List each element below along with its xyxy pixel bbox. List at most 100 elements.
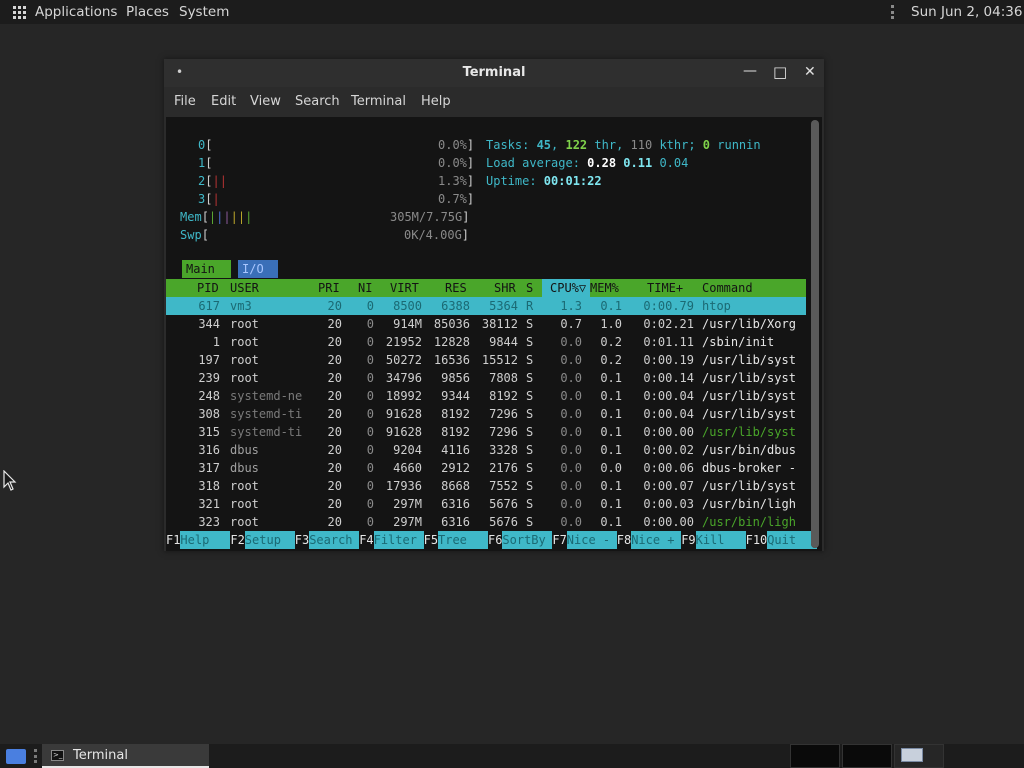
col-cpu[interactable]: CPU%▽ xyxy=(542,279,590,297)
clock[interactable]: Sun Jun 2, 04:36 xyxy=(911,4,1022,20)
cpu-meter-0: 0[ xyxy=(198,138,213,152)
window-titlebar[interactable]: • Terminal — □ ✕ xyxy=(164,59,824,87)
cell-command: /usr/bin/ligh xyxy=(702,515,796,529)
fkey-f10[interactable]: F10 xyxy=(746,531,768,549)
workspace-4[interactable] xyxy=(946,744,996,768)
cell-mem: 1.0 xyxy=(600,317,622,331)
cell-cpu: 0.0 xyxy=(560,515,582,529)
fkey-f3[interactable]: F3 xyxy=(295,531,309,549)
table-row[interactable]: 617 vm3 20 0 8500 6388 5364 R 1.3 0.1 0:00.79 htop xyxy=(166,297,806,315)
col-command[interactable]: Command xyxy=(702,279,753,297)
table-row[interactable]: 308 systemd-ti 20 0 91628 8192 7296 S 0.0 0.1 0:00… xyxy=(166,405,806,423)
cell-time: 0:01.11 xyxy=(643,335,694,349)
app-grid-icon[interactable] xyxy=(13,6,26,19)
cell-res: 6316 xyxy=(441,497,470,511)
terminal-scrollbar[interactable] xyxy=(811,120,819,548)
table-row[interactable]: 344 root 20 0 914M 85036 38112 S 0.7 1.0 0:02.21/u… xyxy=(166,315,806,333)
cell-res: 4116 xyxy=(441,443,470,457)
show-desktop-icon[interactable] xyxy=(6,749,26,764)
fkey-label[interactable]: Kill xyxy=(695,531,746,549)
table-row[interactable]: 239 root 20 0 34796 9856 7808 S 0.0 0.1 0:00.14/us… xyxy=(166,369,806,387)
col-ni[interactable]: NI xyxy=(358,279,372,297)
applications-menu[interactable]: Applications xyxy=(35,4,117,20)
cell-cpu: 0.0 xyxy=(560,353,582,367)
cell-shr: 38112 xyxy=(481,317,518,331)
cell-time: 0:00.00 xyxy=(643,515,694,529)
close-icon[interactable]: ✕ xyxy=(804,64,816,80)
cell-state: S xyxy=(526,371,534,385)
panel-handle-icon[interactable] xyxy=(34,749,37,763)
table-row[interactable]: 316 dbus 20 0 9204 4116 3328 S 0.0 0.1 0:00.02/usr… xyxy=(166,441,806,459)
cell-command: /sbin/init xyxy=(702,335,775,349)
tab-io[interactable]: I/O xyxy=(238,260,278,278)
fkey-label[interactable]: Tree xyxy=(438,531,488,549)
menu-file[interactable]: File xyxy=(174,94,196,109)
table-row[interactable]: 318 root 20 0 17936 8668 7552 S 0.0 0.1 0:00.07/us… xyxy=(166,477,806,495)
fkey-label[interactable]: Nice + xyxy=(631,531,682,549)
cell-pri: 20 xyxy=(327,479,342,493)
maximize-icon[interactable]: □ xyxy=(773,63,787,81)
cell-ni: 0 xyxy=(366,317,374,331)
places-menu[interactable]: Places xyxy=(126,4,169,20)
fkey-f7[interactable]: F7 xyxy=(552,531,566,549)
fkey-f9[interactable]: F9 xyxy=(681,531,695,549)
menu-view[interactable]: View xyxy=(250,94,281,109)
fkey-label[interactable]: Help xyxy=(180,531,231,549)
fkey-f2[interactable]: F2 xyxy=(230,531,244,549)
table-row[interactable]: 197 root 20 0 50272 16536 15512 S 0.0 0.2 0:00.19 /… xyxy=(166,351,806,369)
fkey-label[interactable]: Quit xyxy=(767,531,818,549)
col-user[interactable]: USER xyxy=(230,279,259,297)
menu-help[interactable]: Help xyxy=(421,94,451,109)
tab-main[interactable]: Main xyxy=(182,260,231,278)
fkey-f8[interactable]: F8 xyxy=(617,531,631,549)
cell-virt: 21952 xyxy=(385,335,422,349)
fkey-f1[interactable]: F1 xyxy=(166,531,180,549)
table-row[interactable]: 323 root 20 0 297M 6316 5676 S 0.0 0.1 0:00.00/usr… xyxy=(166,513,806,531)
cell-command: /usr/lib/syst xyxy=(702,371,796,385)
taskbar-terminal-button[interactable]: >_ Terminal xyxy=(42,744,209,768)
fkey-label[interactable]: SortBy xyxy=(502,531,553,549)
cell-cpu: 0.0 xyxy=(560,479,582,493)
col-res[interactable]: RES xyxy=(445,279,467,297)
cell-res: 85036 xyxy=(433,317,470,331)
menu-terminal[interactable]: Terminal xyxy=(351,94,406,109)
col-mem[interactable]: MEM% xyxy=(590,279,619,297)
workspace-3[interactable] xyxy=(894,744,944,768)
col-time[interactable]: TIME+ xyxy=(647,279,683,297)
terminal-content[interactable]: 0[ 0.0%] 1[ 0.0%] 2[|| 1.3%] 3[| 0.7%] M… xyxy=(166,117,822,551)
cell-command: dbus-broker - xyxy=(702,461,796,475)
table-row[interactable]: 317 dbus 20 0 4660 2912 2176 S 0.0 0.0 0:00.06 dbus… xyxy=(166,459,806,477)
cell-cpu: 0.0 xyxy=(560,371,582,385)
cell-res: 8192 xyxy=(441,425,470,439)
col-virt[interactable]: VIRT xyxy=(390,279,419,297)
col-state[interactable]: S xyxy=(526,279,533,297)
menu-edit[interactable]: Edit xyxy=(211,94,236,109)
workspace-1[interactable] xyxy=(790,744,840,768)
fkey-label[interactable]: Nice - xyxy=(566,531,617,549)
cell-command: /usr/lib/syst xyxy=(702,425,796,439)
col-pri[interactable]: PRI xyxy=(318,279,340,297)
scrollbar-thumb[interactable] xyxy=(811,120,819,548)
cell-time: 0:00.04 xyxy=(643,407,694,421)
table-row[interactable]: 248 systemd-ne 20 0 18992 9344 8192 S 0.0 0.1 0:00… xyxy=(166,387,806,405)
cell-res: 6316 xyxy=(441,515,470,529)
col-shr[interactable]: SHR xyxy=(494,279,516,297)
table-row[interactable]: 315 systemd-ti 20 0 91628 8192 7296 S 0.0 0.1 0:00… xyxy=(166,423,806,441)
cell-pri: 20 xyxy=(327,353,342,367)
table-row[interactable]: 321 root 20 0 297M 6316 5676 S 0.0 0.1 0:00.03/usr… xyxy=(166,495,806,513)
fkey-label[interactable]: Search xyxy=(309,531,360,549)
fkey-label[interactable]: Filter xyxy=(373,531,424,549)
menu-search[interactable]: Search xyxy=(295,94,340,109)
fkey-label[interactable]: Setup xyxy=(244,531,295,549)
fkey-f5[interactable]: F5 xyxy=(424,531,438,549)
minimize-icon[interactable]: — xyxy=(743,63,757,79)
fkey-f6[interactable]: F6 xyxy=(488,531,502,549)
col-pid[interactable]: PID xyxy=(197,279,219,297)
cell-cpu: 0.0 xyxy=(560,461,582,475)
fkey-f4[interactable]: F4 xyxy=(359,531,373,549)
tray-handle-icon[interactable] xyxy=(891,5,894,19)
system-menu[interactable]: System xyxy=(179,4,229,20)
cell-ni: 0 xyxy=(366,515,374,529)
table-row[interactable]: 1 root 20 0 21952 12828 9844 S 0.0 0.2 0:01.11/sbi… xyxy=(166,333,806,351)
workspace-2[interactable] xyxy=(842,744,892,768)
